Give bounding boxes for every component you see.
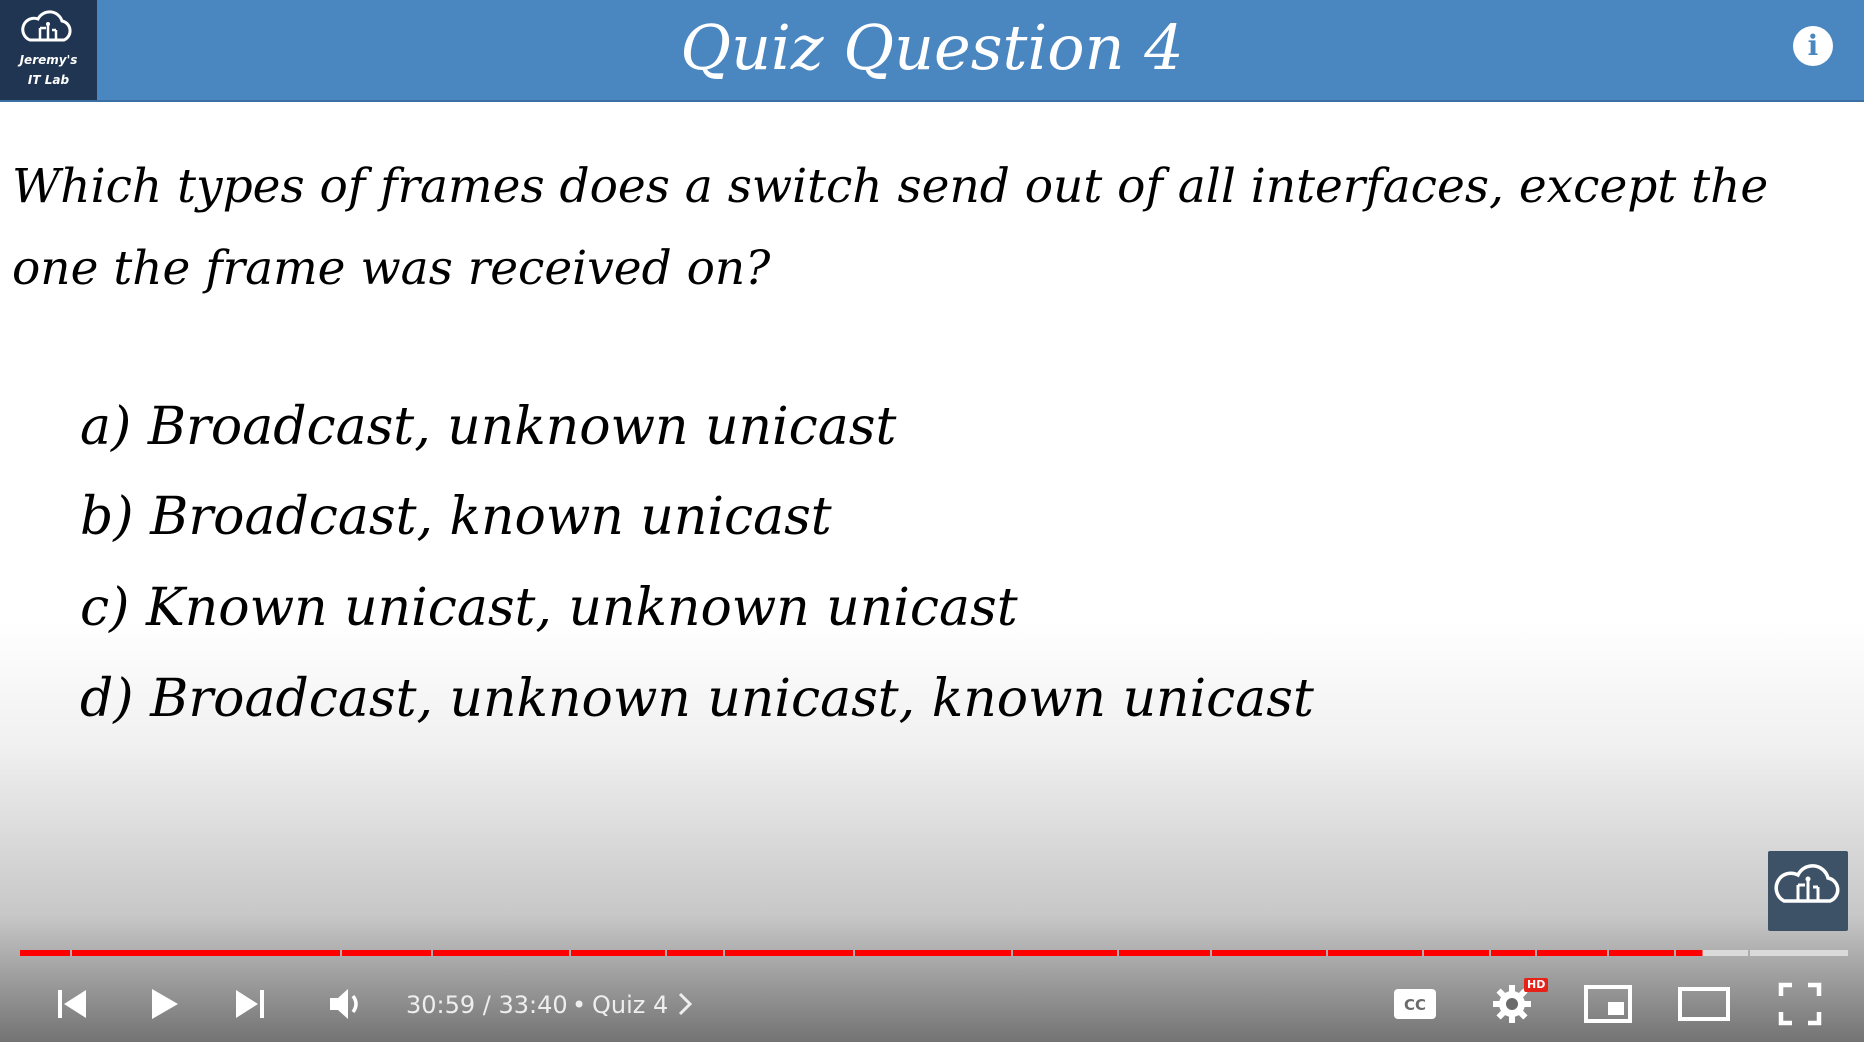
answer-option-b: b) Broadcast, known unicast xyxy=(80,487,832,547)
svg-text:CC: CC xyxy=(1404,996,1426,1014)
progress-segment[interactable] xyxy=(342,950,431,956)
progress-segment[interactable] xyxy=(1013,950,1117,956)
progress-segment[interactable] xyxy=(1119,950,1210,956)
miniplayer-icon xyxy=(1584,985,1632,1023)
progress-segment[interactable] xyxy=(667,950,723,956)
answer-option-d: d) Broadcast, unknown unicast, known uni… xyxy=(80,669,1314,729)
cloud-watermark-icon xyxy=(1774,864,1840,903)
theater-icon xyxy=(1678,987,1730,1021)
progress-segment[interactable] xyxy=(725,950,853,956)
video-frame[interactable]: Jeremy's IT Lab Quiz Question 4 i Which … xyxy=(0,0,1864,1042)
progress-bar[interactable] xyxy=(20,950,1848,956)
progress-segment[interactable] xyxy=(1676,950,1748,956)
play-button[interactable] xyxy=(142,982,186,1026)
chapter-separator: • xyxy=(572,991,587,1019)
progress-segment[interactable] xyxy=(1609,950,1674,956)
progress-segment[interactable] xyxy=(1750,950,1848,956)
captions-button[interactable]: CC xyxy=(1390,982,1440,1026)
captions-icon: CC xyxy=(1394,989,1436,1019)
answer-option-a: a) Broadcast, unknown unicast xyxy=(80,397,897,457)
slide-header: Jeremy's IT Lab Quiz Question 4 i xyxy=(0,0,1864,102)
play-icon xyxy=(152,989,178,1019)
chapter-title[interactable]: Quiz 4 xyxy=(592,990,668,1020)
next-icon xyxy=(236,990,264,1018)
progress-segment[interactable] xyxy=(72,950,340,956)
chevron-right-icon xyxy=(678,992,693,1016)
volume-icon xyxy=(330,989,358,1019)
progress-segment[interactable] xyxy=(1491,950,1535,956)
fullscreen-button[interactable] xyxy=(1776,982,1824,1026)
progress-segment[interactable] xyxy=(1424,950,1489,956)
progress-segment[interactable] xyxy=(855,950,1011,956)
player-controls: 30:59 / 33:40 • Quiz 4 CC HD xyxy=(0,968,1864,1042)
theater-button[interactable] xyxy=(1676,982,1732,1026)
answer-option-c: c) Known unicast, unknown unicast xyxy=(80,578,1018,638)
next-button[interactable] xyxy=(228,982,272,1026)
chapter-button[interactable] xyxy=(672,982,698,1026)
question-text: Which types of frames does a switch send… xyxy=(12,159,1769,296)
time-display: 30:59 / 33:40 xyxy=(406,991,568,1019)
progress-segment[interactable] xyxy=(433,950,569,956)
progress-segment[interactable] xyxy=(1212,950,1326,956)
volume-button[interactable] xyxy=(322,982,370,1026)
info-icon[interactable]: i xyxy=(1793,26,1833,66)
slide-title: Quiz Question 4 xyxy=(680,11,1184,84)
hd-badge: HD xyxy=(1524,978,1549,992)
channel-watermark-icon[interactable] xyxy=(1768,851,1848,931)
progress-segment[interactable] xyxy=(20,950,70,956)
progress-segment[interactable] xyxy=(571,950,665,956)
progress-segment[interactable] xyxy=(1537,950,1607,956)
previous-button[interactable] xyxy=(50,982,94,1026)
fullscreen-icon xyxy=(1778,982,1822,1026)
miniplayer-button[interactable] xyxy=(1582,982,1634,1026)
previous-icon xyxy=(58,990,86,1018)
progress-segment[interactable] xyxy=(1328,950,1422,956)
